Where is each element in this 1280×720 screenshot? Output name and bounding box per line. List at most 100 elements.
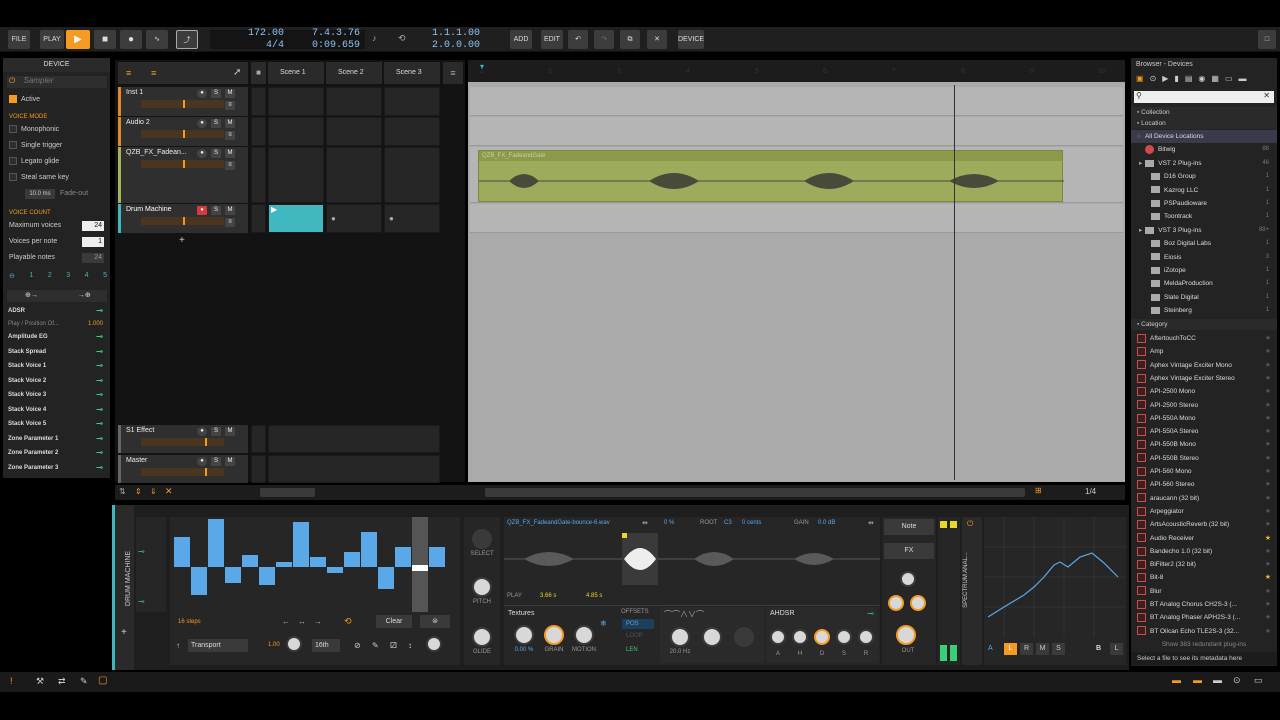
env-decay-knob[interactable] — [814, 629, 830, 645]
solo-button[interactable]: S — [211, 89, 221, 98]
arrange-view-icon[interactable]: ▬ — [1172, 675, 1181, 685]
swing-knob[interactable] — [426, 636, 442, 652]
presets-tab-icon[interactable]: ⊙ — [1150, 74, 1157, 88]
device-button[interactable]: DEVICE — [678, 30, 704, 49]
fold-icon[interactable]: ⇓ — [150, 487, 157, 496]
favorite-star-icon[interactable]: ★ — [1265, 625, 1271, 638]
plugin-item[interactable]: BT Analog Chorus CH2S-3 (... ★ — [1131, 598, 1277, 611]
mod-arrow-icon[interactable]: ⊸ — [138, 547, 145, 556]
play-icon[interactable]: ▶ — [66, 30, 90, 49]
time-signature[interactable]: 4/4 — [232, 40, 284, 51]
pitch-knob[interactable] — [472, 577, 492, 597]
voice-number[interactable]: 3 — [66, 272, 70, 280]
drum-clip[interactable]: ▶ — [268, 204, 324, 233]
shift-right-icon[interactable]: → — [314, 617, 322, 626]
filter-res-knob[interactable] — [702, 627, 722, 647]
position-beats[interactable]: 7.4.3.76 — [295, 28, 360, 39]
plugin-item[interactable]: API-550B Mono ★ — [1131, 438, 1277, 451]
record-arm-button[interactable]: ● — [197, 457, 207, 466]
audio-clip[interactable]: QZB_FX_FadeandGate — [478, 150, 1064, 202]
clip-slot[interactable] — [326, 147, 382, 203]
pointer-tool-icon[interactable]: ➚ — [233, 67, 241, 78]
position-time[interactable]: 0:09.659 — [295, 40, 360, 51]
scene-2[interactable]: Scene 2 — [326, 62, 382, 84]
favorite-star-icon[interactable]: ★ — [1265, 558, 1271, 571]
clip-slot[interactable] — [268, 87, 324, 116]
filter-env-knob[interactable] — [734, 627, 754, 647]
favorite-star-icon[interactable]: ★ — [1265, 399, 1271, 412]
favorite-star-icon[interactable]: ★ — [1265, 492, 1271, 505]
stop-all-icon[interactable]: ■ — [251, 62, 266, 84]
window-toggle-icon[interactable]: □ — [1258, 30, 1276, 49]
expand-icon[interactable]: ⇕ — [135, 487, 142, 496]
spectrum-power-icon[interactable]: ⏻ — [967, 519, 973, 529]
env-attack-knob[interactable] — [770, 629, 786, 645]
modulation-arrow-icon[interactable]: ⊸ — [96, 305, 103, 317]
record-icon[interactable]: ● — [120, 30, 142, 49]
voice-number[interactable]: 2 — [48, 272, 52, 280]
pan-knob[interactable] — [900, 571, 916, 587]
browser-toggle-icon[interactable]: ▭ — [1254, 675, 1263, 686]
rate-division[interactable]: 16th — [312, 639, 340, 652]
favorites-tab-icon[interactable]: ▭ — [1225, 74, 1233, 88]
solo-button[interactable]: S — [211, 206, 221, 215]
mute-button[interactable]: M — [225, 457, 235, 466]
analyzer-mode-m[interactable]: M — [1036, 643, 1049, 655]
show-redundant-link[interactable]: Show 383 redundant plug-ins — [1131, 638, 1277, 651]
clip-slot[interactable] — [326, 87, 382, 116]
freeze-icon[interactable]: ❄ — [600, 619, 607, 628]
track-master[interactable]: Master ● S M — [118, 455, 248, 483]
glide-knob[interactable] — [472, 627, 492, 647]
undo-icon[interactable]: ↶ — [568, 30, 588, 49]
clear-search-icon[interactable]: ✕ — [1263, 91, 1270, 100]
mute-button[interactable]: M — [225, 119, 235, 128]
plugin-item[interactable]: Arpeggiator ★ — [1131, 505, 1277, 518]
plugin-item[interactable]: API-2500 Mono ★ — [1131, 385, 1277, 398]
location-item[interactable]: Steinberg 1 — [1131, 304, 1277, 317]
plugin-item[interactable]: Bandecho 1.0 (32 bit) ★ — [1131, 545, 1277, 558]
multisample-tab-icon[interactable]: ▶ — [1162, 74, 1168, 88]
filter-shapes-icon[interactable]: ⌒⌒∧∨⌒ — [664, 609, 704, 620]
analyzer-mode-l[interactable]: L — [1004, 643, 1017, 655]
modulator-adsr[interactable]: ADSR ⊸ — [8, 305, 105, 317]
sampler-expand-icon[interactable]: ⇹ — [868, 519, 874, 527]
favorite-star-icon[interactable]: ★ — [1265, 452, 1271, 465]
clear-button[interactable]: Clear — [376, 615, 412, 628]
solo-button[interactable]: S — [211, 149, 221, 158]
location-item[interactable]: iZotope 1 — [1131, 264, 1277, 277]
location-item[interactable]: Slate Digital 1 — [1131, 291, 1277, 304]
select-knob[interactable] — [472, 529, 492, 549]
location-item[interactable]: ○ All Device Locations — [1131, 130, 1277, 143]
up-arrow-icon[interactable]: ↑ — [176, 641, 180, 650]
location-item[interactable]: Eiosis 3 — [1131, 251, 1277, 264]
voice-number[interactable]: 5 — [103, 272, 107, 280]
clip-stop-slot[interactable] — [251, 117, 266, 146]
favorite-star-icon[interactable]: ★ — [1265, 598, 1271, 611]
volume-slider[interactable] — [141, 160, 224, 168]
grain-knob[interactable] — [544, 625, 564, 645]
record-slot-icon[interactable]: ● — [389, 214, 394, 223]
gain-value[interactable]: 0.0 dB — [818, 520, 835, 526]
plugin-item[interactable]: araucann (32 bit) ★ — [1131, 492, 1277, 505]
shift-both-icon[interactable]: ↔ — [298, 617, 306, 626]
mute-button[interactable]: M — [225, 89, 235, 98]
note-button[interactable]: Note — [884, 519, 934, 535]
fx-knob-right[interactable] — [910, 595, 926, 611]
clip-slot[interactable]: ● — [326, 204, 382, 233]
record-slot-icon[interactable]: ● — [331, 214, 336, 223]
playhead-icon[interactable]: ▾ — [480, 62, 484, 71]
loop-icon[interactable]: ⟲ — [398, 33, 406, 44]
voices-per-note-value[interactable]: 1 — [82, 237, 104, 247]
random-icon[interactable]: ⚂ — [390, 641, 397, 650]
location-header[interactable]: ▪ Location — [1131, 118, 1277, 129]
add-device-icon[interactable]: + — [121, 627, 127, 638]
cents-value[interactable]: 0 cents — [742, 520, 761, 526]
play-menu-button[interactable]: PLAY — [40, 30, 64, 49]
collapse-icon[interactable]: ⇅ — [119, 487, 126, 496]
voice-stack-icon[interactable]: ⊖ — [9, 272, 15, 280]
clip-slot[interactable]: ● — [384, 204, 440, 233]
zoom-icon[interactable]: ⊞ — [1035, 486, 1042, 495]
track-menu-icon[interactable]: ≡ — [225, 131, 235, 140]
clip-stop-slot[interactable] — [251, 425, 266, 453]
location-item[interactable]: Kazrog LLC 1 — [1131, 184, 1277, 197]
